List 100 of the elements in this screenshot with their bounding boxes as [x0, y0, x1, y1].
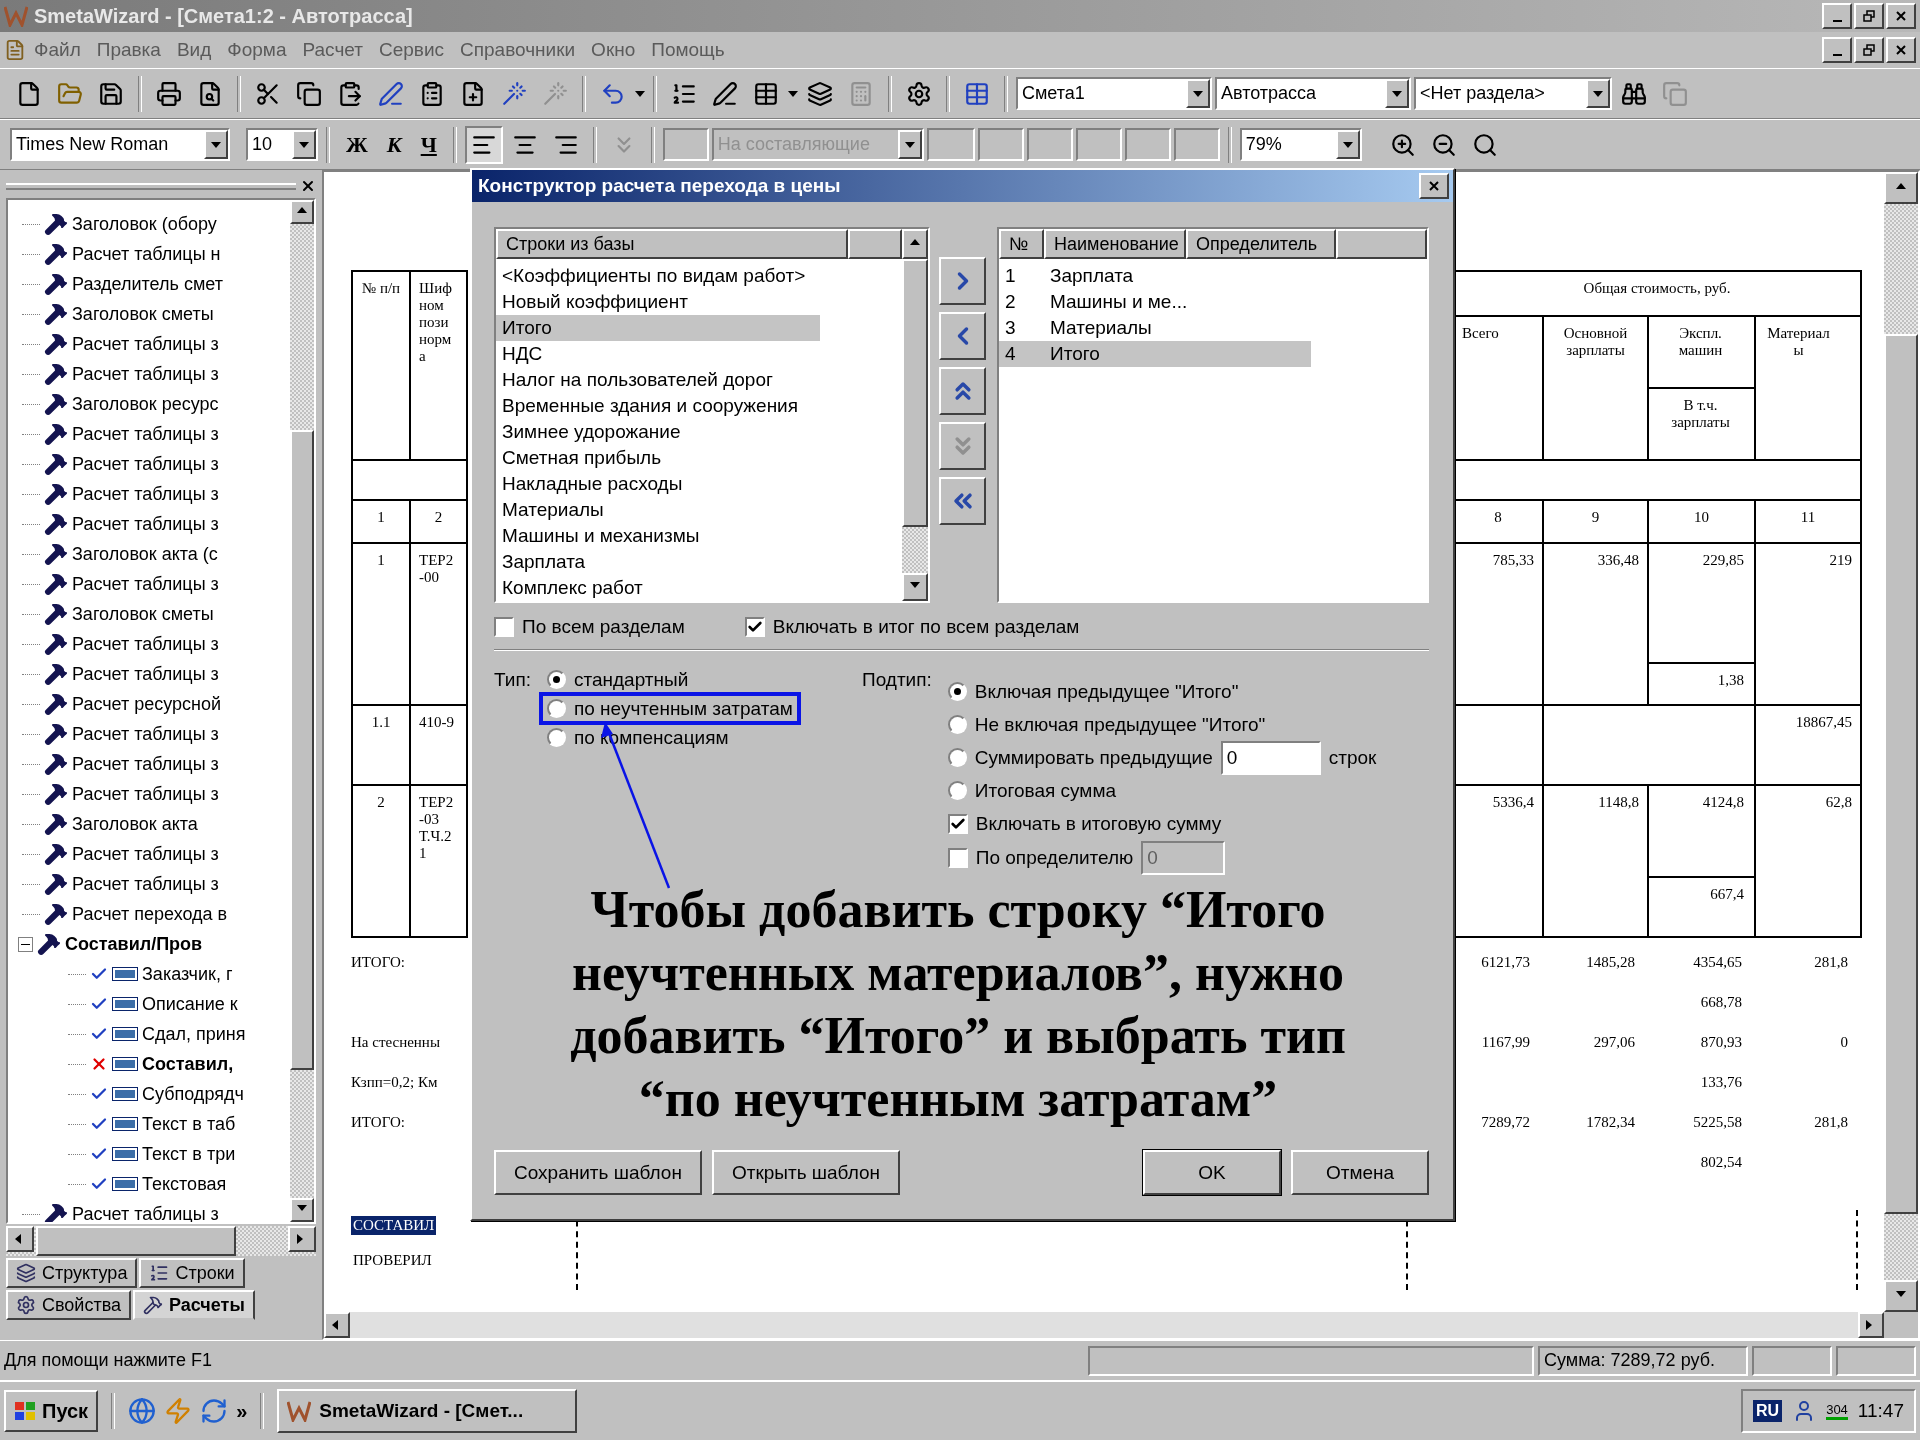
list-item[interactable]: Зарплата	[496, 549, 820, 575]
tree-item[interactable]: Составил/Пров	[65, 933, 203, 955]
clipboard-icon[interactable]	[419, 80, 445, 107]
tree-item[interactable]: Заголовок сметы	[72, 603, 214, 625]
list-item[interactable]: Новый коэффициент	[496, 289, 820, 315]
dialog-button[interactable]: Отмена	[1291, 1150, 1429, 1195]
column-header[interactable]: №	[999, 229, 1044, 259]
tree-item[interactable]: Расчет таблицы з	[72, 363, 219, 385]
printer-icon[interactable]	[156, 80, 182, 107]
tree-item[interactable]: Текст в таб	[142, 1113, 236, 1135]
list-row[interactable]: 1 Зарплата	[999, 263, 1311, 289]
horizontal-scrollbar[interactable]	[6, 1226, 316, 1256]
radio-button[interactable]	[546, 728, 566, 747]
list-item[interactable]: Комплекс работ	[496, 575, 820, 601]
scroll-button[interactable]	[1884, 1280, 1918, 1312]
tree-item[interactable]: Расчет таблицы з	[72, 873, 219, 895]
dropdown[interactable]: <Нет раздела>	[1414, 77, 1612, 110]
tree-item[interactable]: Текстовая	[142, 1173, 227, 1195]
close-button[interactable]	[1886, 37, 1916, 63]
list-item[interactable]: Зимнее удорожание	[496, 419, 820, 445]
menu-item[interactable]: Вид	[168, 39, 220, 61]
scrollbar-thumb[interactable]	[290, 430, 314, 1070]
tree-item[interactable]: Заголовок ресурс	[72, 393, 219, 415]
menu-item[interactable]: Форма	[219, 39, 295, 61]
scroll-button[interactable]	[6, 1226, 34, 1252]
refresh-icon[interactable]	[200, 1397, 229, 1425]
open-folder-icon[interactable]	[57, 80, 83, 107]
tree-item[interactable]: Расчет таблицы з	[72, 333, 219, 355]
tree-item[interactable]: Расчет таблицы з	[72, 663, 219, 685]
start-button[interactable]: Пуск	[4, 1390, 99, 1432]
minimize-button[interactable]	[1822, 37, 1852, 63]
tree-item[interactable]: Заголовок сметы	[72, 303, 214, 325]
panel-grip[interactable]	[6, 182, 296, 190]
dropdown[interactable]: Смета1	[1016, 77, 1212, 110]
document-icon[interactable]	[4, 39, 26, 61]
list-row[interactable]: 2 Машины и ме...	[999, 289, 1311, 315]
layers-icon[interactable]	[807, 80, 833, 107]
tree-item[interactable]: Разделитель смет	[72, 273, 223, 295]
font-size-dropdown[interactable]: 10	[246, 128, 318, 161]
menu-item[interactable]: Окно	[583, 39, 644, 61]
pen-icon[interactable]	[378, 80, 404, 107]
scrollbar-thumb[interactable]	[1884, 334, 1918, 1214]
menu-item[interactable]: Расчет	[294, 39, 371, 61]
list-item[interactable]: <Коэффициенты по видам работ>	[496, 263, 820, 289]
column-header[interactable]: Строки из базы	[496, 229, 848, 259]
menu-item[interactable]: Правка	[88, 39, 169, 61]
panel-tab[interactable]: Структура	[6, 1258, 138, 1288]
align-button[interactable]	[464, 125, 503, 164]
list-row[interactable]: 3 Материалы	[999, 315, 1311, 341]
text-style-button[interactable]: Ч	[412, 129, 445, 160]
list-item[interactable]: Сметная прибыль	[496, 445, 820, 471]
window-icon[interactable]	[964, 80, 990, 107]
tree-item[interactable]: Заголовок (обору	[72, 213, 217, 235]
scrollbar-thumb[interactable]	[902, 259, 928, 527]
radio-button[interactable]	[947, 781, 967, 800]
print-preview-icon[interactable]	[197, 80, 223, 107]
properties-icon[interactable]	[906, 80, 932, 107]
copy-icon[interactable]	[296, 80, 322, 107]
save-icon[interactable]	[98, 80, 124, 107]
scroll-button[interactable]	[324, 1312, 350, 1338]
tree-item[interactable]: Составил,	[142, 1053, 234, 1075]
checkbox[interactable]	[494, 617, 514, 637]
tree-item[interactable]: Описание к	[142, 993, 238, 1015]
scroll-button[interactable]	[1858, 1312, 1884, 1338]
panel-tab[interactable]: Свойства	[6, 1290, 132, 1320]
zoom-dropdown[interactable]: 79%	[1239, 128, 1362, 161]
blank-field[interactable]	[1124, 128, 1171, 161]
tree-item[interactable]: Заказчик, г	[142, 963, 233, 985]
template-button[interactable]: Открыть шаблон	[711, 1150, 900, 1195]
tree-item[interactable]: Расчет таблицы з	[72, 513, 219, 535]
column-header[interactable]: Определитель	[1186, 229, 1336, 259]
dialog-button[interactable]: OK	[1143, 1150, 1281, 1195]
blank-field[interactable]	[1075, 128, 1122, 161]
list-item[interactable]: Временные здания и сооружения	[496, 393, 820, 419]
menu-item[interactable]: Справочники	[452, 39, 584, 61]
panel-tab[interactable]: Расчеты	[133, 1290, 255, 1320]
blank-field[interactable]	[1173, 128, 1220, 161]
new-document-icon[interactable]	[16, 80, 42, 107]
rows-count-field[interactable]: 0	[1220, 740, 1321, 775]
template-button[interactable]: Сохранить шаблон	[494, 1150, 702, 1195]
zoom-out-icon[interactable]	[1430, 131, 1457, 158]
blank-field[interactable]	[662, 128, 709, 161]
radio-button[interactable]	[947, 715, 967, 734]
table-icon[interactable]	[753, 80, 779, 107]
scroll-button[interactable]	[290, 200, 314, 224]
blank-field[interactable]	[926, 128, 975, 161]
column-header[interactable]: Наименование	[1044, 229, 1186, 259]
collapse-toggle[interactable]	[18, 936, 33, 952]
tree-item[interactable]: Сдал, приня	[142, 1023, 246, 1045]
close-button[interactable]	[1886, 3, 1916, 29]
list-item[interactable]: Машины и механизмы	[496, 523, 820, 549]
tree-item[interactable]: Расчет таблицы з	[72, 423, 219, 445]
tree-item[interactable]: Расчет таблицы з	[72, 453, 219, 475]
vertical-scrollbar[interactable]	[902, 229, 928, 601]
scroll-button[interactable]	[902, 573, 928, 601]
language-indicator[interactable]: RU	[1753, 1400, 1783, 1422]
tree-item[interactable]: Расчет таблицы з	[72, 573, 219, 595]
list-item[interactable]: Итого	[496, 315, 820, 341]
binoculars-icon[interactable]	[1621, 80, 1647, 107]
search-icon[interactable]	[1471, 131, 1498, 158]
